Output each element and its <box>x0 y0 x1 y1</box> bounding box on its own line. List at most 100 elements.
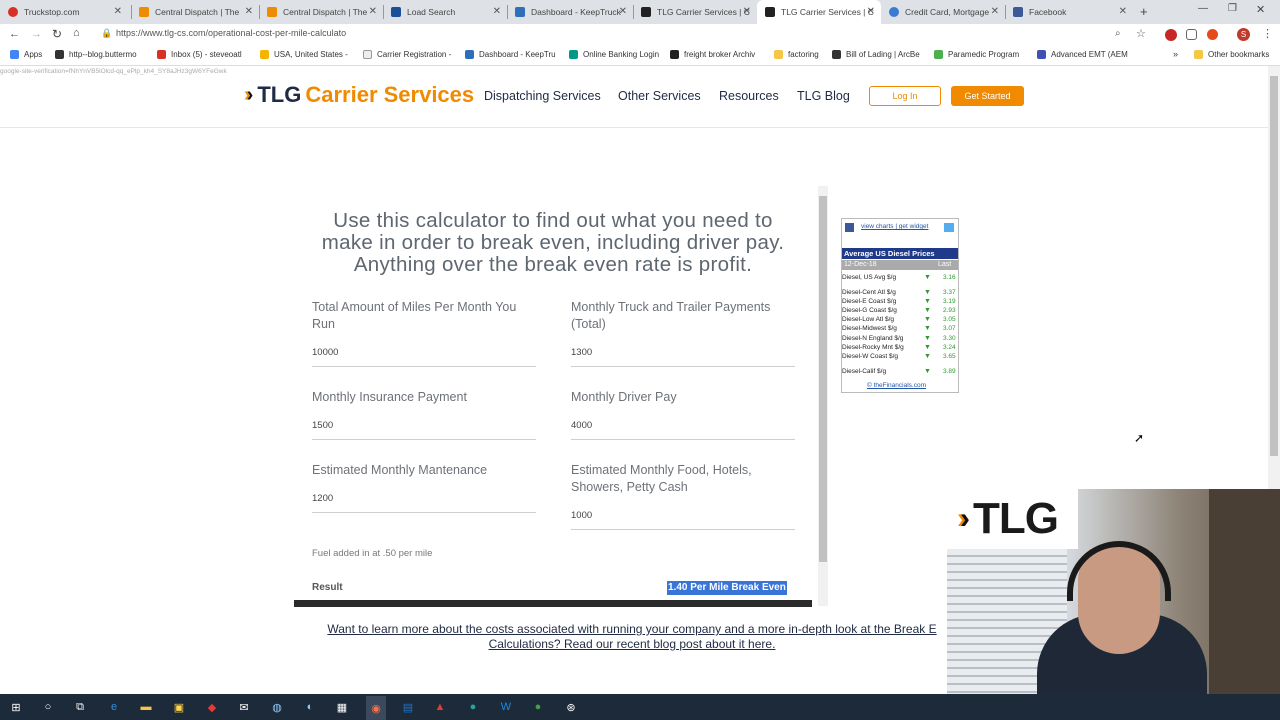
restore-icon[interactable]: ❐ <box>1228 3 1237 14</box>
widget-row-name: Diesel-Rocky Mnt $/g <box>842 344 904 351</box>
forward-icon[interactable]: → <box>31 28 42 40</box>
bookmark[interactable]: freight broker Archiv <box>670 50 755 59</box>
url-field[interactable]: https://www.tlg-cs.com/operational-cost-… <box>116 28 346 38</box>
close-icon[interactable]: ✕ <box>743 6 751 17</box>
browser-tab[interactable]: Central Dispatch | The ✕ <box>259 0 383 24</box>
widget-row-name: Diesel, US Avg $/g <box>842 274 897 281</box>
close-icon[interactable]: ✕ <box>369 6 377 17</box>
tlg-icon <box>641 7 651 17</box>
close-icon[interactable]: ✕ <box>1119 6 1127 17</box>
more-bookmarks-icon[interactable]: » <box>1173 49 1178 59</box>
load-search-icon <box>391 7 401 17</box>
bookmark[interactable]: Dashboard - KeepTru <box>465 50 556 59</box>
browser-tab[interactable]: TLG Carrier Services | C ✕ <box>633 0 757 24</box>
menu-icon[interactable]: ⋮ <box>1262 27 1273 40</box>
task-view-icon[interactable]: ⧉ <box>72 699 88 715</box>
bookmark[interactable]: USA, United States - <box>260 50 348 59</box>
truck-payments-input[interactable]: 1300 <box>571 347 592 358</box>
maintenance-input[interactable]: 1200 <box>312 493 333 504</box>
reload-icon[interactable]: ↻ <box>52 27 62 41</box>
home-icon[interactable]: ⌂ <box>73 27 80 39</box>
bookmark[interactable]: Carrier Registration - <box>363 50 451 59</box>
app-icon[interactable]: ◍ <box>269 699 285 715</box>
field-label-truck-payments: Monthly Truck and Trailer Payments (Tota… <box>571 300 771 331</box>
facebook-icon[interactable] <box>845 223 854 232</box>
bookmark[interactable]: Bill of Lading | ArcBe <box>832 50 920 59</box>
word-icon[interactable]: W <box>498 699 514 715</box>
browser-tab[interactable]: Load Search ✕ <box>383 0 507 24</box>
app-icon[interactable]: ● <box>530 699 546 715</box>
close-icon[interactable]: ✕ <box>991 6 999 17</box>
get-started-button[interactable]: Get Started <box>951 86 1024 106</box>
bookmark[interactable]: Advanced EMT (AEM <box>1037 50 1128 59</box>
central-dispatch-icon <box>139 7 149 17</box>
app-icon[interactable]: ◐ <box>302 699 318 715</box>
browser-tab[interactable]: Facebook ✕ <box>1005 0 1133 24</box>
site-logo[interactable]: ›› TLG Carrier Services <box>244 82 474 108</box>
bookmark[interactable]: http--blog.buttermo <box>55 50 137 59</box>
close-icon[interactable]: ✕ <box>245 6 253 17</box>
blog-link[interactable]: Want to learn more about the costs assoc… <box>312 622 952 652</box>
nav-resources[interactable]: Resources <box>719 89 779 103</box>
star-icon[interactable]: ☆ <box>1136 27 1146 40</box>
edge-icon[interactable]: e <box>106 699 122 715</box>
acrobat-icon[interactable]: ▲ <box>432 699 448 715</box>
bookmark-other[interactable]: Other bookmarks <box>1194 50 1269 59</box>
result-value[interactable]: 1.40 Per Mile Break Even <box>667 581 787 595</box>
bookmark[interactable]: factoring <box>774 50 819 59</box>
zoom-icon[interactable]: ⌕ <box>1115 28 1121 39</box>
scrollbar-thumb[interactable] <box>819 196 827 562</box>
bookmark[interactable]: Paramedic Program <box>934 50 1019 59</box>
widget-source[interactable]: © theFinancials.com <box>867 382 926 389</box>
browser-tab-active[interactable]: TLG Carrier Services | C ✕ <box>757 0 881 24</box>
chrome-icon[interactable]: ◉ <box>366 696 386 720</box>
food-hotels-input[interactable]: 1000 <box>571 510 592 521</box>
browser-tab[interactable]: Credit Card, Mortgage ✕ <box>881 0 1005 24</box>
outlook-icon[interactable]: ▤ <box>400 699 416 715</box>
browser-tab[interactable]: Truckstop.com ✕ <box>0 0 128 24</box>
chevrons-icon: ›› <box>244 83 253 106</box>
extension-icon[interactable] <box>1207 29 1218 40</box>
mail-icon[interactable]: ✉ <box>236 699 252 715</box>
down-arrow-icon: ▼ <box>924 335 931 342</box>
login-button[interactable]: Log In <box>869 86 941 106</box>
back-icon[interactable]: ← <box>9 28 20 40</box>
driver-pay-input[interactable]: 4000 <box>571 420 592 431</box>
close-icon[interactable]: ✕ <box>493 6 501 17</box>
calculator-icon[interactable]: ▦ <box>334 699 350 715</box>
tab-label: Credit Card, Mortgage <box>905 7 990 17</box>
bookmark[interactable]: Online Banking Login <box>569 50 659 59</box>
store-icon[interactable]: ▣ <box>171 699 187 715</box>
new-tab-icon[interactable]: + <box>1140 4 1148 19</box>
bookmark-apps[interactable]: Apps <box>10 50 42 59</box>
mcafee-icon[interactable]: ◆ <box>204 699 220 715</box>
close-icon[interactable]: ✕ <box>114 6 122 17</box>
browser-tab[interactable]: Dashboard - KeepTruck ✕ <box>507 0 633 24</box>
close-icon[interactable]: ✕ <box>867 6 875 17</box>
widget-links[interactable]: view charts | get widget <box>861 223 928 230</box>
avatar[interactable]: S <box>1237 28 1250 41</box>
window-close-icon[interactable]: ✕ <box>1256 3 1265 16</box>
calculator-scrollbar[interactable] <box>818 186 828 606</box>
extension-icon[interactable] <box>1165 29 1177 41</box>
twitter-icon[interactable] <box>944 223 954 232</box>
minimize-icon[interactable]: — <box>1198 3 1208 14</box>
nav-other-services[interactable]: Other Services <box>618 89 701 103</box>
down-arrow-icon: ▼ <box>924 344 931 351</box>
field-label-driver-pay: Monthly Driver Pay <box>571 390 677 404</box>
scrollbar-thumb[interactable] <box>1270 76 1278 456</box>
extension-icon[interactable] <box>1186 29 1197 40</box>
app-icon[interactable]: ⊛ <box>563 699 579 715</box>
search-icon[interactable]: ○ <box>40 699 56 715</box>
app-icon[interactable]: ● <box>465 699 481 715</box>
nav-dispatching[interactable]: Dispatching Services <box>484 89 601 103</box>
webcam-overlay: ›› TLG <box>947 489 1280 720</box>
windows-start-icon[interactable]: ⊞ <box>8 699 24 715</box>
close-icon[interactable]: ✕ <box>619 6 627 17</box>
bookmark[interactable]: Inbox (5) - steveoatl <box>157 50 242 59</box>
miles-input[interactable]: 10000 <box>312 347 338 358</box>
nav-blog[interactable]: TLG Blog <box>797 89 850 103</box>
browser-tab[interactable]: Central Dispatch | The ✕ <box>131 0 259 24</box>
file-explorer-icon[interactable]: ▬ <box>138 699 154 715</box>
insurance-input[interactable]: 1500 <box>312 420 333 431</box>
